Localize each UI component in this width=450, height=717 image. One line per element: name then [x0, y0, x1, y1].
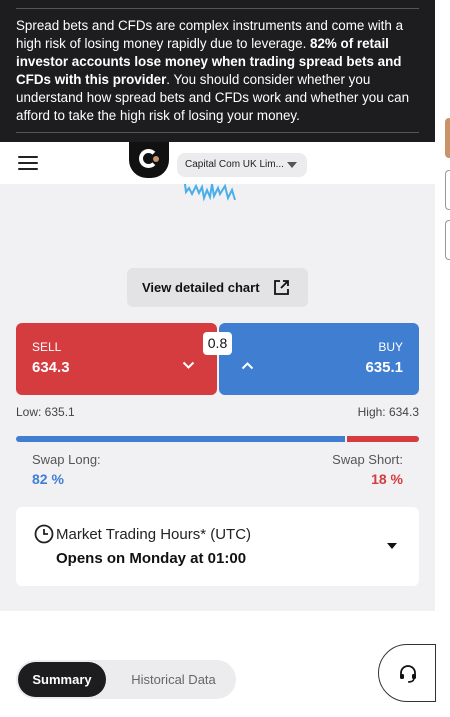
- spread-badge: 0.8: [203, 332, 232, 355]
- app-header: Capital Com UK Lim...: [0, 142, 435, 184]
- swap-long-label: Swap Long:: [32, 452, 101, 467]
- divider: [16, 8, 419, 9]
- divider: [16, 132, 419, 133]
- risk-warning-text: Spread bets and CFDs are complex instrum…: [16, 17, 419, 125]
- side-tab[interactable]: [445, 170, 450, 210]
- market-hours-status: Opens on Monday at 01:00: [56, 550, 247, 567]
- expand-icon: [274, 280, 289, 295]
- sell-price: 634.3: [32, 359, 70, 376]
- buy-label: BUY: [378, 340, 403, 354]
- high-price: High: 634.3: [357, 405, 419, 419]
- swap-short-label: Swap Short:: [332, 452, 403, 467]
- capital-com-logo[interactable]: [129, 142, 169, 178]
- instrument-tabs: Summary Historical Data: [16, 660, 236, 699]
- entity-selector[interactable]: Capital Com UK Lim...: [177, 153, 307, 177]
- low-price: Low: 635.1: [16, 405, 75, 419]
- market-hours-title: Market Trading Hours* (UTC): [56, 526, 252, 543]
- chevron-up-icon: [241, 362, 254, 370]
- headset-icon: [400, 665, 416, 683]
- view-detailed-chart-button[interactable]: View detailed chart: [127, 268, 308, 307]
- menu-icon[interactable]: [18, 156, 38, 170]
- tab-summary[interactable]: Summary: [18, 662, 106, 697]
- mini-chart: [184, 184, 236, 202]
- chevron-down-icon: [182, 361, 195, 369]
- swap-long-value: 82 %: [32, 471, 64, 487]
- market-hours-card[interactable]: Market Trading Hours* (UTC) Opens on Mon…: [16, 507, 419, 586]
- side-tab[interactable]: [445, 118, 450, 158]
- chevron-down-icon: [387, 543, 397, 549]
- buy-button[interactable]: BUY 635.1: [219, 323, 419, 395]
- entity-selector-label: Capital Com UK Lim...: [185, 159, 284, 170]
- sell-button[interactable]: SELL 634.3: [16, 323, 217, 395]
- sentiment-long-fill: [16, 436, 345, 442]
- support-button[interactable]: [378, 644, 436, 702]
- sentiment-short-fill: [347, 436, 419, 442]
- buy-price: 635.1: [365, 359, 403, 376]
- clock-icon: [34, 524, 54, 544]
- swap-short-value: 18 %: [371, 471, 403, 487]
- sell-label: SELL: [32, 340, 62, 354]
- side-tab[interactable]: [445, 220, 450, 260]
- tab-historical-data[interactable]: Historical Data: [116, 662, 231, 697]
- instrument-panel: View detailed chart SELL 634.3 BUY 635.1…: [0, 184, 435, 611]
- side-panel-edge: [435, 0, 450, 717]
- caret-down-icon: [287, 162, 297, 168]
- sentiment-bar: [16, 436, 419, 442]
- risk-warning-banner: Spread bets and CFDs are complex instrum…: [0, 0, 435, 142]
- view-detailed-chart-label: View detailed chart: [142, 280, 260, 295]
